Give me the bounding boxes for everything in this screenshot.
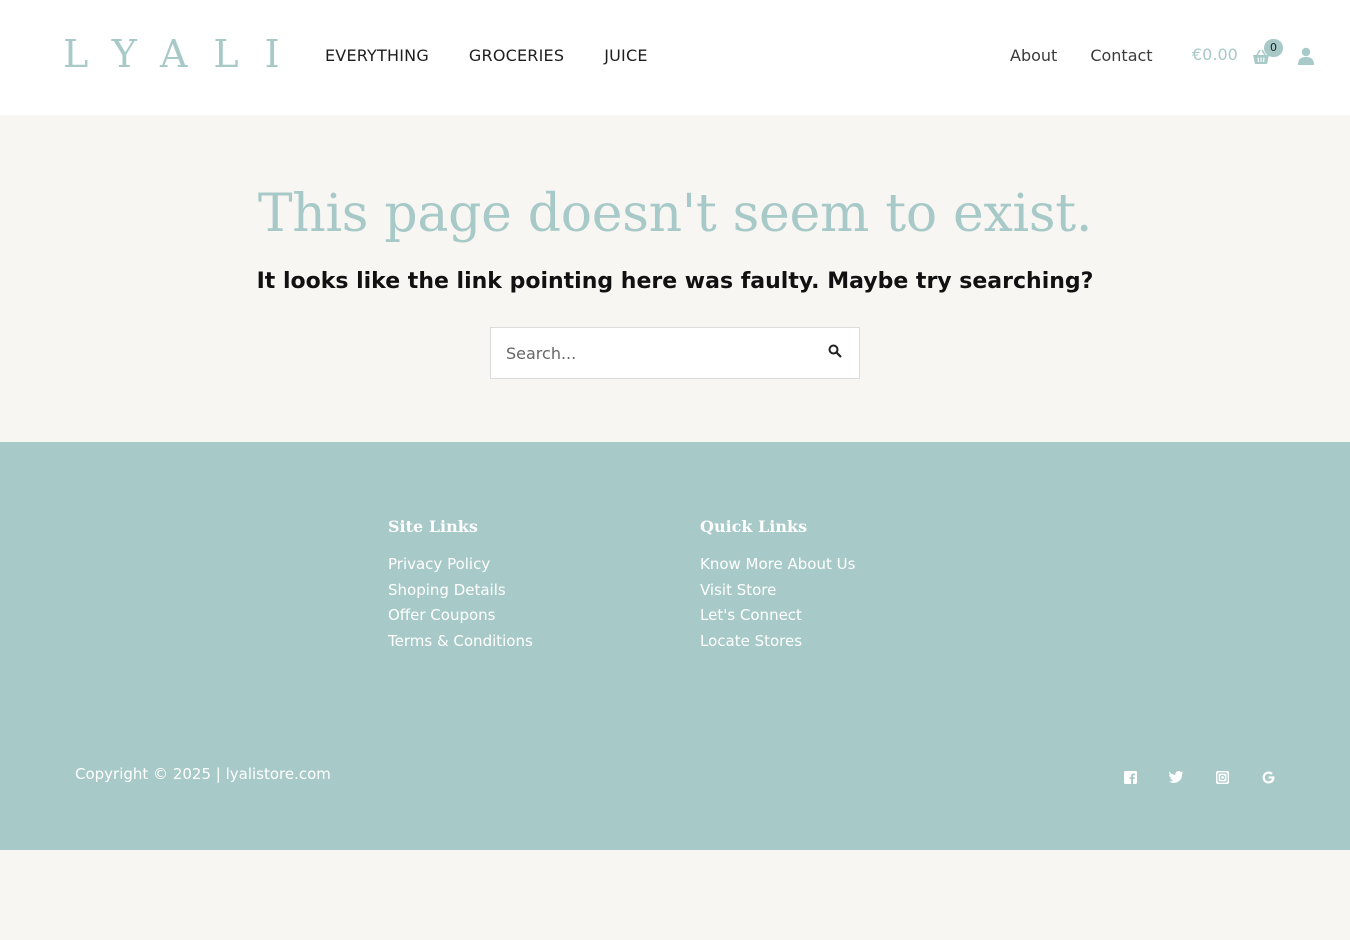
facebook-icon[interactable] (1123, 770, 1137, 784)
nav-item-groceries[interactable]: GROCERIES (469, 46, 564, 65)
footer-link-visit-store[interactable]: Visit Store (700, 578, 855, 604)
search-button[interactable] (827, 344, 843, 360)
quick-links-column: Quick Links Know More About Us Visit Sto… (700, 516, 855, 655)
user-icon[interactable] (1297, 47, 1315, 65)
nav-item-juice[interactable]: JUICE (604, 46, 647, 65)
copyright-text: Copyright © 2025 | lyalistore.com (75, 765, 331, 783)
social-links (1123, 770, 1275, 784)
footer-link-privacy-policy[interactable]: Privacy Policy (388, 552, 533, 578)
cart-count-badge: 0 (1264, 39, 1283, 57)
nav-item-everything[interactable]: EVERYTHING (325, 46, 429, 65)
footer-link-offer-coupons[interactable]: Offer Coupons (388, 603, 533, 629)
footer-link-lets-connect[interactable]: Let's Connect (700, 603, 855, 629)
twitter-icon[interactable] (1169, 770, 1183, 784)
search-icon (828, 344, 842, 361)
search-input[interactable] (491, 328, 811, 378)
quick-links-heading: Quick Links (700, 517, 808, 536)
site-links-heading: Site Links (388, 517, 478, 536)
secondary-nav: About Contact (1010, 46, 1153, 65)
instagram-icon[interactable] (1215, 770, 1229, 784)
nav-item-about[interactable]: About (1010, 46, 1057, 65)
site-links-column: Site Links Privacy Policy Shoping Detail… (388, 516, 533, 655)
page-subtitle: It looks like the link pointing here was… (256, 269, 1094, 294)
footer-link-know-more[interactable]: Know More About Us (700, 552, 855, 578)
footer-link-locate-stores[interactable]: Locate Stores (700, 629, 855, 655)
page-bottom-area (0, 850, 1350, 940)
page-title: This page doesn't seem to exist. (257, 184, 1093, 244)
nav-item-contact[interactable]: Contact (1090, 46, 1152, 65)
search-form (490, 327, 860, 379)
site-logo[interactable]: LYALI (63, 32, 306, 76)
cart-total[interactable]: €0.00 (1192, 45, 1238, 64)
site-footer: Site Links Privacy Policy Shoping Detail… (0, 442, 1350, 850)
google-icon[interactable] (1261, 770, 1275, 784)
primary-nav: EVERYTHING GROCERIES JUICE (325, 46, 648, 65)
footer-link-shipping-details[interactable]: Shoping Details (388, 578, 533, 604)
footer-link-terms-conditions[interactable]: Terms & Conditions (388, 629, 533, 655)
site-header: LYALI EVERYTHING GROCERIES JUICE About C… (0, 0, 1350, 115)
not-found-section: This page doesn't seem to exist. It look… (0, 115, 1350, 442)
